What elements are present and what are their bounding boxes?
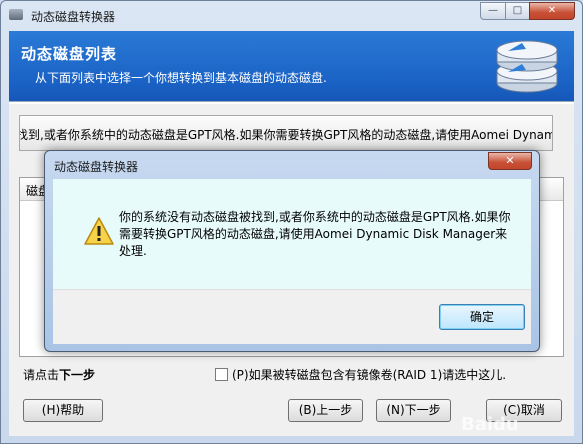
- next-button[interactable]: (N)下一步: [376, 399, 451, 422]
- dialog-close-button[interactable]: ✕: [488, 152, 532, 170]
- disk-stack-icon: [496, 40, 558, 93]
- next-step-prompt: 请点击下一步: [23, 366, 95, 383]
- header-title: 动态磁盘列表: [21, 45, 118, 63]
- raid-checkbox[interactable]: [215, 368, 228, 381]
- message-dialog: 动态磁盘转换器 ✕ 你的系统没有动态磁盘被找到,或者你系统中的动态磁盘是GPT风…: [44, 150, 540, 352]
- maximize-button[interactable]: □: [505, 2, 530, 20]
- header-divider: [9, 101, 574, 104]
- window-title: 动态磁盘转换器: [31, 10, 116, 24]
- title-bar[interactable]: 动态磁盘转换器 — □ ✕: [1, 1, 582, 29]
- header-subtitle: 从下面列表中选择一个你想转换到基本磁盘的动态磁盘.: [35, 71, 327, 85]
- raid-option[interactable]: (P)如果被转磁盘包含有镜像卷(RAID 1)请选中这儿.: [215, 366, 506, 383]
- minimize-button[interactable]: —: [480, 2, 506, 20]
- close-button[interactable]: ✕: [529, 2, 575, 20]
- prompt-bold: 下一步: [59, 368, 96, 382]
- dialog-footer: 确定: [53, 289, 531, 344]
- app-icon: [9, 9, 23, 20]
- ok-button[interactable]: 确定: [439, 304, 525, 330]
- dialog-body: 你的系统没有动态磁盘被找到,或者你系统中的动态磁盘是GPT风格.如果你需要转换G…: [53, 179, 531, 344]
- raid-checkbox-label[interactable]: (P)如果被转磁盘包含有镜像卷(RAID 1)请选中这儿.: [232, 366, 506, 383]
- wizard-header: 动态磁盘列表 从下面列表中选择一个你想转换到基本磁盘的动态磁盘.: [9, 31, 574, 101]
- dialog-title: 动态磁盘转换器: [54, 160, 139, 174]
- back-button[interactable]: (B)上一步: [288, 399, 363, 422]
- watermark: Baidu: [461, 414, 519, 435]
- info-message-box: 找到,或者你系统中的动态磁盘是GPT风格.如果你需要转换GPT风格的动态磁盘,请…: [19, 115, 553, 151]
- info-message-text: 找到,或者你系统中的动态磁盘是GPT风格.如果你需要转换GPT风格的动态磁盘,请…: [19, 128, 553, 142]
- dialog-message: 你的系统没有动态磁盘被找到,或者你系统中的动态磁盘是GPT风格.如果你需要转换G…: [119, 210, 511, 258]
- prompt-prefix: 请点击: [23, 368, 60, 382]
- help-button[interactable]: (H)帮助: [23, 399, 103, 422]
- warning-icon: [84, 217, 114, 245]
